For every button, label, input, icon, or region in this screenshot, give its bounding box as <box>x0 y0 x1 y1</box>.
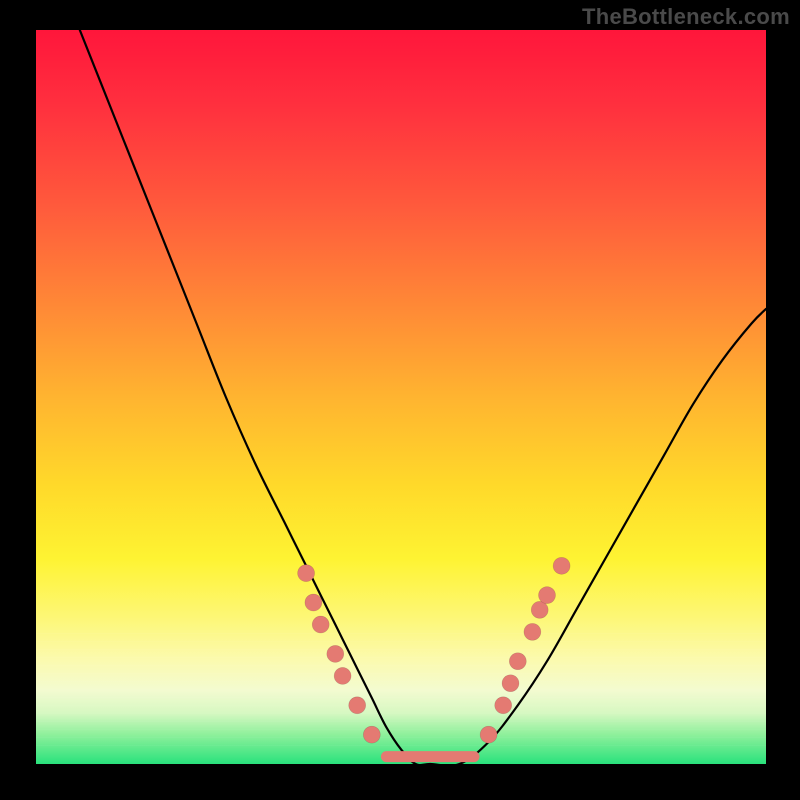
sample-point <box>349 697 366 714</box>
sample-point <box>298 565 315 582</box>
chart-frame: TheBottleneck.com <box>0 0 800 800</box>
sample-point <box>502 675 519 692</box>
sample-point <box>305 594 322 611</box>
sample-point <box>509 653 526 670</box>
watermark-text: TheBottleneck.com <box>582 4 790 30</box>
sample-point <box>553 557 570 574</box>
sample-point <box>334 667 351 684</box>
sample-point <box>312 616 329 633</box>
sample-point <box>531 601 548 618</box>
sample-point <box>524 623 541 640</box>
sample-point <box>327 645 344 662</box>
sample-points-group <box>298 557 570 743</box>
sample-point <box>539 587 556 604</box>
sample-point <box>363 726 380 743</box>
sample-point <box>495 697 512 714</box>
sample-point <box>480 726 497 743</box>
bottleneck-curve <box>80 30 766 766</box>
curve-layer <box>36 30 766 764</box>
plot-area <box>36 30 766 764</box>
